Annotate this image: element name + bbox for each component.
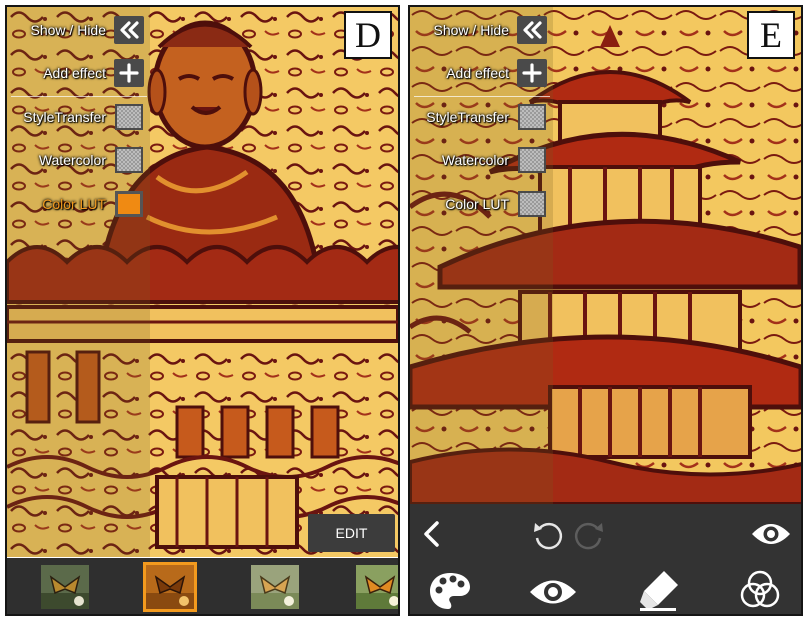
- menu-divider: [11, 96, 147, 97]
- effect-label: StyleTransfer: [426, 109, 509, 125]
- effect-toggle-swatch-active[interactable]: [115, 191, 143, 217]
- eraser-icon[interactable]: [636, 568, 682, 612]
- add-effect-button[interactable]: [114, 59, 144, 87]
- show-hide-row[interactable]: Show / Hide: [410, 13, 553, 47]
- menu-divider: [414, 96, 550, 97]
- effect-toggle-swatch[interactable]: [518, 191, 546, 217]
- effect-label: StyleTransfer: [23, 109, 106, 125]
- blend-circles-icon[interactable]: [738, 568, 782, 612]
- redo-icon[interactable]: [573, 516, 607, 552]
- plus-icon: [119, 63, 139, 83]
- add-effect-label: Add effect: [446, 65, 509, 81]
- filter-thumbnail[interactable]: [356, 565, 400, 609]
- show-hide-row[interactable]: Show / Hide: [7, 13, 150, 47]
- eye-icon[interactable]: [750, 520, 792, 548]
- add-effect-row[interactable]: Add effect: [410, 56, 553, 90]
- screen-e: E Show / Hide Add effect StyleTransfer W…: [408, 5, 803, 616]
- effect-toggle-swatch[interactable]: [518, 104, 546, 130]
- effect-toggle-swatch[interactable]: [115, 147, 143, 173]
- show-hide-label: Show / Hide: [433, 22, 509, 38]
- show-hide-button[interactable]: [517, 16, 547, 44]
- show-hide-button[interactable]: [114, 16, 144, 44]
- edit-button[interactable]: EDIT: [308, 514, 395, 552]
- panel-label: D: [344, 11, 392, 59]
- palette-icon[interactable]: [428, 571, 472, 611]
- filter-thumbnail[interactable]: [251, 565, 299, 609]
- filter-thumbnail[interactable]: [41, 565, 89, 609]
- plus-icon: [522, 63, 542, 83]
- undo-icon[interactable]: [530, 516, 564, 552]
- eye-icon[interactable]: [528, 576, 578, 608]
- effect-label: Color LUT: [445, 196, 509, 212]
- panel-label: E: [747, 11, 795, 59]
- effect-label-active: Color LUT: [42, 196, 106, 212]
- effect-toggle-swatch[interactable]: [115, 104, 143, 130]
- effect-row-style-transfer[interactable]: StyleTransfer: [410, 100, 553, 134]
- effect-row-watercolor[interactable]: Watercolor: [410, 143, 553, 177]
- add-effect-row[interactable]: Add effect: [7, 56, 150, 90]
- effect-row-color-lut[interactable]: Color LUT: [410, 187, 553, 221]
- double-chevron-left-icon: [120, 21, 139, 39]
- effect-toggle-swatch[interactable]: [518, 147, 546, 173]
- filter-thumbnail-selected[interactable]: [143, 562, 197, 612]
- back-icon[interactable]: [420, 518, 444, 550]
- screen-d: D Show / Hide Add effect StyleTransfer W…: [5, 5, 400, 616]
- effect-label: Watercolor: [38, 152, 106, 168]
- edit-toolbar: [410, 504, 801, 614]
- effect-row-color-lut[interactable]: Color LUT: [7, 187, 150, 221]
- effect-row-style-transfer[interactable]: StyleTransfer: [7, 100, 150, 134]
- effect-label: Watercolor: [441, 152, 509, 168]
- filter-thumbnail-strip: [7, 558, 400, 614]
- add-effect-label: Add effect: [43, 65, 106, 81]
- double-chevron-left-icon: [523, 21, 542, 39]
- effect-row-watercolor[interactable]: Watercolor: [7, 143, 150, 177]
- add-effect-button[interactable]: [517, 59, 547, 87]
- show-hide-label: Show / Hide: [30, 22, 106, 38]
